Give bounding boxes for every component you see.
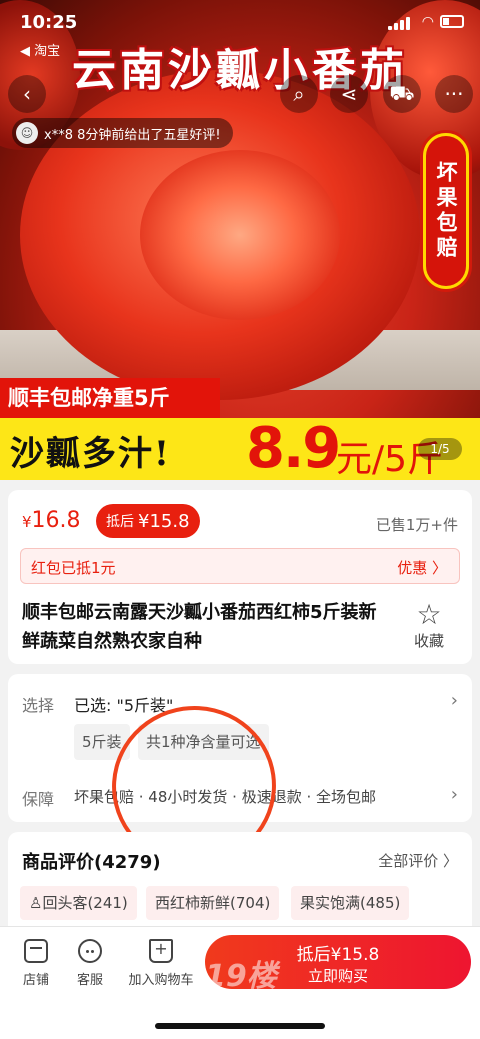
back-button[interactable]: ‹ bbox=[8, 75, 46, 113]
current-price-value: 16.8 bbox=[31, 508, 81, 533]
wifi-icon: ◠ bbox=[421, 14, 434, 30]
sold-count: 已售1万+件 bbox=[375, 516, 458, 534]
after-discount-badge: 抵后 ¥15.8 bbox=[96, 504, 200, 538]
shipping-banner: 顺丰包邮净重5斤 bbox=[0, 378, 220, 418]
bottom-action-bar: 店铺 客服 加入购物车 抵后¥15.8 立即购买 19楼 bbox=[0, 926, 480, 1039]
coupon-link[interactable]: 优惠 〉 bbox=[397, 557, 447, 578]
review-ticker-text: x**8 8分钟前给出了五星好评! bbox=[44, 127, 221, 143]
current-price: ¥16.8 bbox=[22, 508, 81, 533]
product-image-carousel[interactable]: 10:25 ◠ ◀ 淘宝 云南沙瓤小番茄 ‹ ⌕ ⋖ ⛟ ··· ☺ x**8 … bbox=[0, 0, 480, 480]
chevron-left-icon: ‹ bbox=[23, 82, 31, 106]
review-ticker: ☺ x**8 8分钟前给出了五星好评! bbox=[12, 118, 233, 148]
selected-option[interactable]: 已选: "5斤装" bbox=[74, 692, 173, 716]
share-icon: ⋖ bbox=[340, 82, 358, 106]
coupon-bar[interactable]: 红包已抵1元 优惠 〉 bbox=[20, 548, 460, 584]
chat-icon bbox=[78, 939, 102, 963]
customer-service-button[interactable]: 客服 bbox=[70, 939, 110, 988]
home-indicator[interactable] bbox=[155, 1023, 325, 1029]
cart-icon: ⛟ bbox=[389, 80, 415, 105]
promo-banner: 沙瓤多汁! 8.9 元/5斤 bbox=[0, 416, 480, 480]
product-title: 顺丰包邮云南露天沙瓤小番茄西红柿5斤装新鲜蔬菜自然熟农家自种 bbox=[22, 602, 377, 652]
signal-icon bbox=[388, 16, 410, 30]
review-tag[interactable]: 西红柿新鲜(704) bbox=[146, 886, 280, 920]
select-label: 选择 bbox=[22, 696, 55, 715]
favorite-label: 收藏 bbox=[413, 632, 444, 650]
favorite-button[interactable]: ☆ 收藏 bbox=[404, 600, 454, 651]
watermark-logo: 19楼 bbox=[205, 959, 277, 994]
after-discount-value: ¥15.8 bbox=[138, 510, 190, 532]
image-page-indicator: 1/5 bbox=[418, 438, 462, 460]
cart-add-icon bbox=[149, 939, 173, 963]
store-label: 店铺 bbox=[22, 973, 49, 988]
search-button[interactable]: ⌕ bbox=[280, 75, 318, 113]
tomato-flesh-image bbox=[140, 150, 340, 320]
option-chip-count[interactable]: 共1种净含量可选 bbox=[138, 724, 269, 760]
review-tag[interactable]: ♙回头客(241) bbox=[20, 886, 137, 920]
guarantee-label: 保障 bbox=[22, 790, 55, 809]
options-card: 选择 已选: "5斤装" › 5斤装 共1种净含量可选 保障 坏果包赔 · 48… bbox=[8, 674, 472, 822]
star-icon: ☆ bbox=[416, 598, 442, 631]
add-to-cart-button[interactable]: 加入购物车 bbox=[124, 939, 198, 988]
bad-fruit-guarantee-seal: 坏果包赔 bbox=[420, 130, 472, 292]
service-label: 客服 bbox=[76, 973, 103, 988]
store-button[interactable]: 店铺 bbox=[16, 939, 56, 988]
option-chip-5jin[interactable]: 5斤装 bbox=[74, 724, 130, 760]
avatar: ☺ bbox=[16, 122, 38, 144]
chevron-right-icon[interactable]: › bbox=[451, 784, 458, 805]
more-button[interactable]: ··· bbox=[435, 75, 473, 113]
coupon-text: 红包已抵1元 bbox=[31, 559, 116, 577]
store-icon bbox=[24, 939, 48, 963]
seal-text: 坏果包赔 bbox=[426, 136, 466, 286]
promo-price: 8.9 bbox=[246, 416, 341, 480]
after-discount-label: 抵后 bbox=[106, 514, 134, 530]
cart-button[interactable]: ⛟ bbox=[383, 75, 421, 113]
more-icon: ··· bbox=[444, 82, 464, 106]
promo-slogan: 沙瓤多汁! bbox=[10, 434, 171, 474]
search-icon: ⌕ bbox=[293, 82, 305, 106]
battery-icon bbox=[440, 15, 464, 28]
reviews-title: 商品评价(4279) bbox=[22, 852, 161, 873]
all-reviews-link[interactable]: 全部评价 〉 bbox=[378, 850, 458, 871]
price-card: ¥16.8 抵后 ¥15.8 已售1万+件 红包已抵1元 优惠 〉 顺丰包邮云南… bbox=[8, 490, 472, 664]
guarantee-list[interactable]: 坏果包赔 · 48小时发货 · 极速退款 · 全场包邮 bbox=[74, 786, 436, 807]
share-button[interactable]: ⋖ bbox=[330, 75, 368, 113]
currency-symbol: ¥ bbox=[22, 513, 32, 531]
status-time: 10:25 bbox=[20, 12, 78, 33]
review-tag[interactable]: 果实饱满(485) bbox=[291, 886, 410, 920]
add-cart-label: 加入购物车 bbox=[128, 973, 194, 988]
chevron-right-icon[interactable]: › bbox=[451, 690, 458, 711]
